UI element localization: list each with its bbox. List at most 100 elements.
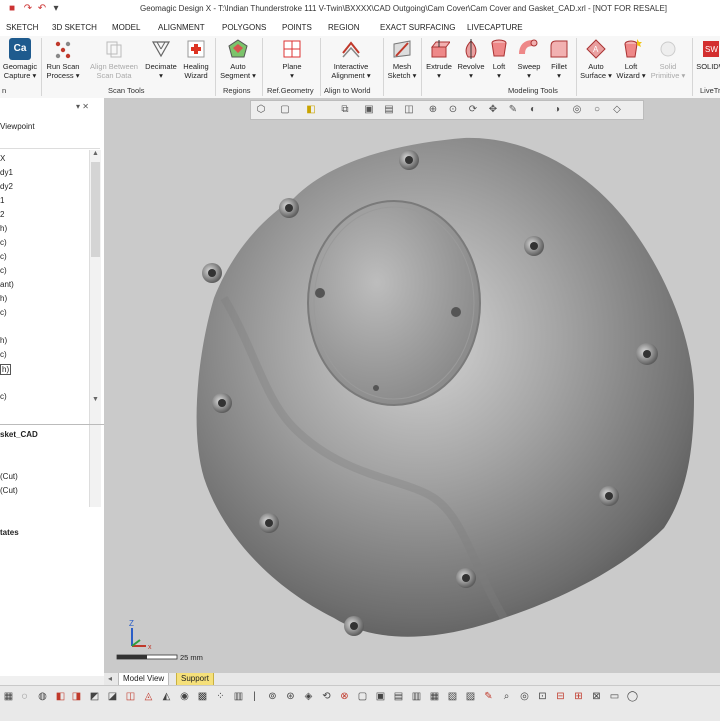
tree-item[interactable]: h) (0, 336, 7, 345)
hide-icon[interactable]: ◬ (142, 690, 155, 703)
view-top-icon[interactable]: ▦ (428, 690, 441, 703)
mesh-sketch-button[interactable]: Mesh Sketch ▾ (386, 38, 418, 80)
view-front-icon[interactable]: ▢ (356, 690, 369, 703)
tree-item[interactable]: c) (0, 308, 7, 317)
extrude-button[interactable]: Extrude ▾ (423, 38, 455, 80)
zoom-window-icon[interactable]: ⌕ (500, 690, 513, 703)
sections-icon[interactable]: ▥ (232, 690, 245, 703)
svg-text:x: x (148, 644, 152, 651)
model-item[interactable]: (Cut) (0, 486, 18, 495)
measure-icon[interactable]: ✎ (482, 690, 495, 703)
select-bodies-icon[interactable]: ◪ (106, 690, 119, 703)
scroll-down-icon[interactable]: ▼ (90, 396, 101, 406)
group-label-modeling-tools: Modeling Tools (508, 86, 558, 95)
settings-icon[interactable]: ◯ (626, 690, 639, 703)
auto-segment-button[interactable]: Auto Segment ▾ (219, 38, 257, 80)
sweep-button[interactable]: Sweep ▾ (513, 38, 545, 80)
loft-button[interactable]: Loft ▾ (487, 38, 511, 80)
points-display-icon[interactable]: ⁘ (214, 690, 227, 703)
redo-icon[interactable]: ↷ (22, 3, 34, 15)
zoom-selected-icon[interactable]: ⊛ (284, 690, 297, 703)
tree-item[interactable]: dy1 (0, 168, 13, 177)
states-label[interactable]: tates (0, 528, 19, 537)
view-rotate-icon[interactable]: ⟲ (320, 690, 333, 703)
select-icon[interactable]: ▦ (2, 690, 15, 703)
revolve-button[interactable]: Revolve ▾ (455, 38, 487, 80)
tree-item[interactable]: c) (0, 252, 7, 261)
deviation-icon[interactable]: ⊡ (536, 690, 549, 703)
auto-surface-button[interactable]: A Auto Surface ▾ (578, 38, 614, 80)
mesh-display-icon[interactable]: ▩ (196, 690, 209, 703)
cam-cover-model[interactable]: Z x (104, 98, 720, 676)
tree-scrollbar[interactable]: ▲ ▼ (89, 150, 101, 507)
select-faces-icon[interactable]: ◧ (54, 690, 67, 703)
view-bottom-icon[interactable]: ▧ (446, 690, 459, 703)
tree-item[interactable]: 1 (0, 196, 4, 205)
menu-polygons[interactable]: POLYGONS (222, 23, 266, 32)
menu-sketch[interactable]: SKETCH (6, 23, 38, 32)
decimate-icon (150, 38, 172, 60)
view-reset-icon[interactable]: ⊗ (338, 690, 351, 703)
healing-wizard-button[interactable]: Healing Wizard (180, 38, 212, 80)
menu-model[interactable]: MODEL (112, 23, 140, 32)
sweep-label: Sweep (517, 62, 541, 71)
select-vertices-icon[interactable]: ◩ (88, 690, 101, 703)
solid-primitive-button[interactable]: Solid Primitive ▾ (648, 38, 688, 80)
scroll-thumb[interactable] (91, 162, 100, 257)
annotation-icon[interactable]: ⊞ (572, 690, 585, 703)
menu-region[interactable]: REGION (328, 23, 360, 32)
align-between-scan-data-button[interactable]: Align Between Scan Data (86, 38, 142, 80)
geomagic-capture-button[interactable]: Ca Geomagic Capture ▾ (2, 38, 38, 80)
accuracy-analyzer-icon[interactable]: ◎ (518, 690, 531, 703)
select-edges-icon[interactable]: ◨ (70, 690, 83, 703)
menu-alignment[interactable]: ALIGNMENT (158, 23, 205, 32)
tree-item[interactable]: dy2 (0, 182, 13, 191)
interactive-alignment-button[interactable]: Interactive Alignment ▾ (325, 38, 377, 80)
tab-scroll-icon[interactable]: ◂ (104, 673, 116, 685)
3d-viewport[interactable]: ⬡ ▢ ◧ ⧉ ▣ ▤ ◫ ⊕ ⊙ ⟳ ✥ ✎ ◐ ◑ ◎ ○ ◇ Z x 25… (104, 98, 720, 676)
tree-item[interactable]: c) (0, 266, 7, 275)
panel-controls[interactable]: ▾ ✕ (76, 102, 89, 111)
loft-wizard-button[interactable]: Loft Wizard ▾ (614, 38, 648, 80)
tree-item-selected[interactable]: h) (0, 364, 12, 375)
plane-button[interactable]: Plane ▾ (270, 38, 314, 80)
model-section-title[interactable]: sket_CAD (0, 430, 38, 439)
dimension-icon[interactable]: ⊟ (554, 690, 567, 703)
undo-icon[interactable]: ↶ (36, 3, 48, 15)
view-iso-icon[interactable]: ▨ (464, 690, 477, 703)
quick-access-dropdown-icon[interactable]: ▾ (50, 3, 62, 15)
run-scan-process-button[interactable]: Run Scan Process ▾ (44, 38, 82, 80)
zoom-fit-icon[interactable]: ⊚ (266, 690, 279, 703)
scroll-up-icon[interactable]: ▲ (90, 150, 101, 160)
paint-select-icon[interactable]: ◍ (36, 690, 49, 703)
show-icon[interactable]: ◭ (160, 690, 173, 703)
viewpoint-label[interactable]: Viewpoint (0, 122, 35, 131)
visibility-icon[interactable]: ◉ (178, 690, 191, 703)
menu-3d-sketch[interactable]: 3D SKETCH (52, 23, 97, 32)
view-left-icon[interactable]: ▤ (392, 690, 405, 703)
tree-item[interactable]: c) (0, 238, 7, 247)
tree-item[interactable]: X (0, 154, 5, 163)
interactive-alignment-label: Interactive (333, 62, 369, 71)
filter-icon[interactable]: ◫ (124, 690, 137, 703)
capture-screen-icon[interactable]: ▭ (608, 690, 621, 703)
menu-livecapture[interactable]: LIVECAPTURE (467, 23, 523, 32)
decimate-button[interactable]: Decimate ▾ (143, 38, 179, 80)
tree-item[interactable]: h) (0, 294, 7, 303)
tree-item[interactable]: h) (0, 224, 7, 233)
menu-exact-surfacing[interactable]: EXACT SURFACING (380, 23, 455, 32)
tree-item[interactable]: ant) (0, 280, 14, 289)
save-icon[interactable]: ■ (6, 3, 18, 15)
compare-icon[interactable]: ⊠ (590, 690, 603, 703)
solidworks-button[interactable]: SW SOLIDW (696, 38, 720, 71)
view-back-icon[interactable]: ▣ (374, 690, 387, 703)
view-right-icon[interactable]: ▥ (410, 690, 423, 703)
fillet-button[interactable]: Fillet ▾ (545, 38, 573, 80)
lasso-select-icon[interactable]: ◌ (18, 690, 31, 703)
view-normal-icon[interactable]: ◈ (302, 690, 315, 703)
tree-item[interactable]: c) (0, 392, 7, 401)
menu-points[interactable]: POINTS (282, 23, 312, 32)
tree-item[interactable]: 2 (0, 210, 4, 219)
tree-item[interactable]: c) (0, 350, 7, 359)
model-item[interactable]: (Cut) (0, 472, 18, 481)
